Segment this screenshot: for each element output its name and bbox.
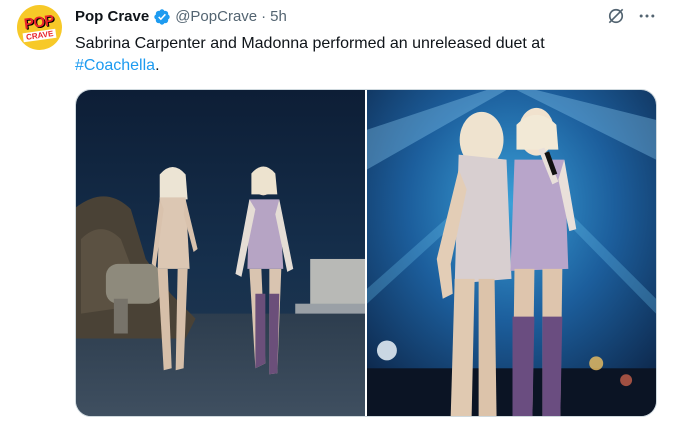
grok-icon[interactable]: [606, 6, 626, 26]
author-display-name[interactable]: Pop Crave: [75, 7, 149, 27]
photo-1-image: [76, 90, 365, 416]
photo-2-image: [367, 90, 656, 416]
author-avatar[interactable]: POP CRAVE: [17, 5, 62, 50]
tweet-body: Sabrina Carpenter and Madonna performed …: [75, 35, 545, 52]
author-handle[interactable]: @PopCrave: [175, 7, 257, 27]
tweet-period: .: [155, 57, 160, 74]
media-grid: [75, 89, 657, 417]
separator-dot: ·: [261, 8, 267, 25]
hashtag-link[interactable]: #Coachella: [75, 57, 155, 74]
photo-performers-walking[interactable]: [76, 90, 365, 416]
photo-performers-embrace[interactable]: [367, 90, 656, 416]
tweet-card[interactable]: POP CRAVE Pop Crave @PopCrave · 5h Sabri…: [0, 0, 682, 421]
tweet-text: Sabrina Carpenter and Madonna performed …: [75, 33, 655, 77]
more-horizontal-icon[interactable]: [637, 6, 657, 26]
verified-badge-icon: [154, 9, 170, 25]
tweet-timestamp[interactable]: 5h: [270, 7, 287, 27]
tweet-header: Pop Crave @PopCrave · 5h: [75, 7, 287, 27]
